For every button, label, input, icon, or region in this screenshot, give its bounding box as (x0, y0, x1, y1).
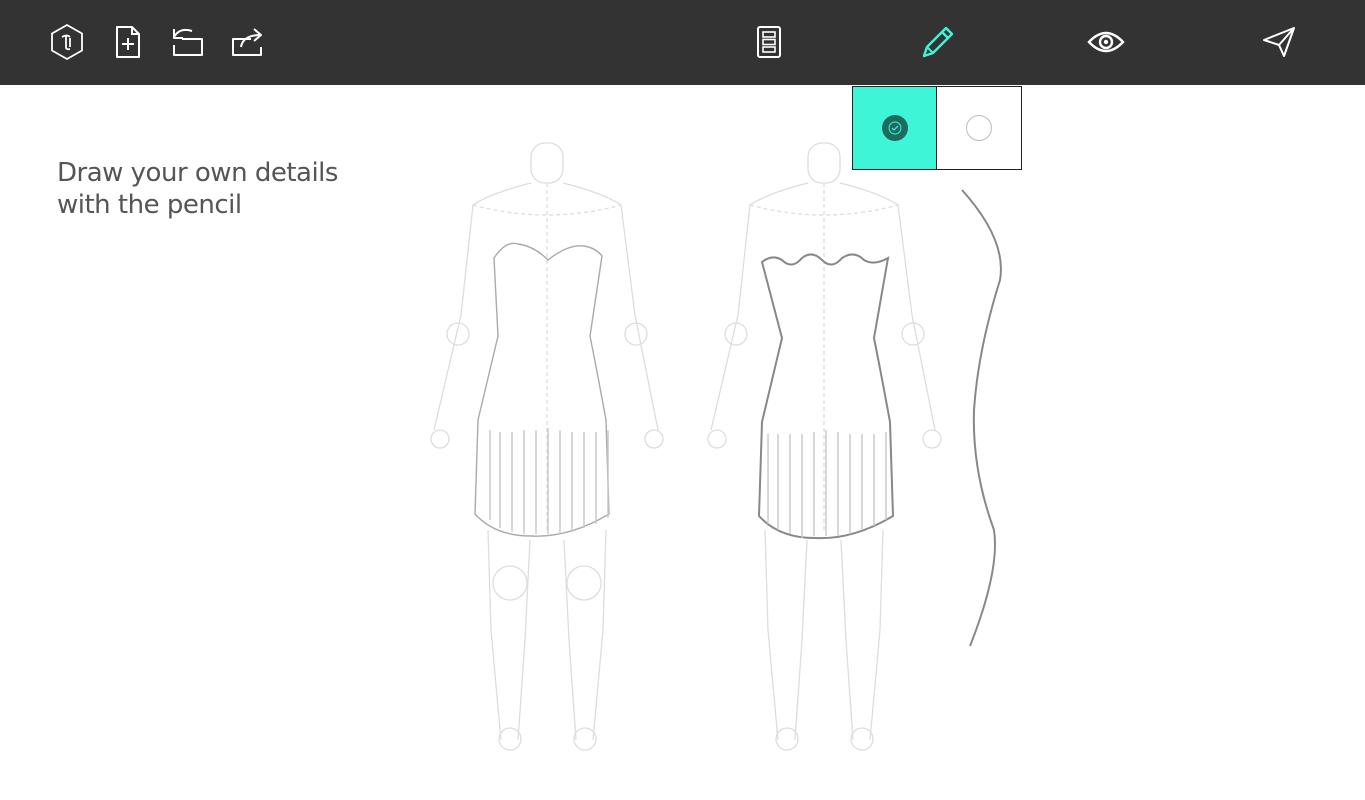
send-icon (1263, 27, 1295, 57)
layers-button[interactable] (747, 20, 791, 64)
undo-button[interactable] (166, 20, 210, 64)
top-toolbar (0, 0, 1365, 85)
pencil-color-panel (852, 86, 1022, 170)
new-page-icon (116, 26, 140, 58)
send-button[interactable] (1257, 20, 1301, 64)
pencil-button[interactable] (916, 20, 960, 64)
unselected-circle-icon (966, 115, 992, 141)
hint-line-1: Draw your own details (57, 158, 338, 188)
new-page-button[interactable] (106, 20, 150, 64)
pencil-icon (922, 26, 954, 58)
layers-icon (757, 26, 781, 58)
selected-check-icon (881, 115, 908, 141)
hint-line-2: with the pencil (57, 190, 242, 220)
color-swatch-teal[interactable] (853, 87, 937, 169)
color-swatch-white[interactable] (937, 87, 1021, 169)
eye-icon (1087, 31, 1125, 53)
logo-icon (51, 23, 83, 61)
share-icon (232, 28, 262, 56)
preview-button[interactable] (1084, 20, 1128, 64)
undo-icon (173, 28, 203, 56)
pencil-hint: Draw your own details with the pencil (57, 157, 338, 221)
logo-button[interactable] (45, 20, 89, 64)
share-button[interactable] (225, 20, 269, 64)
